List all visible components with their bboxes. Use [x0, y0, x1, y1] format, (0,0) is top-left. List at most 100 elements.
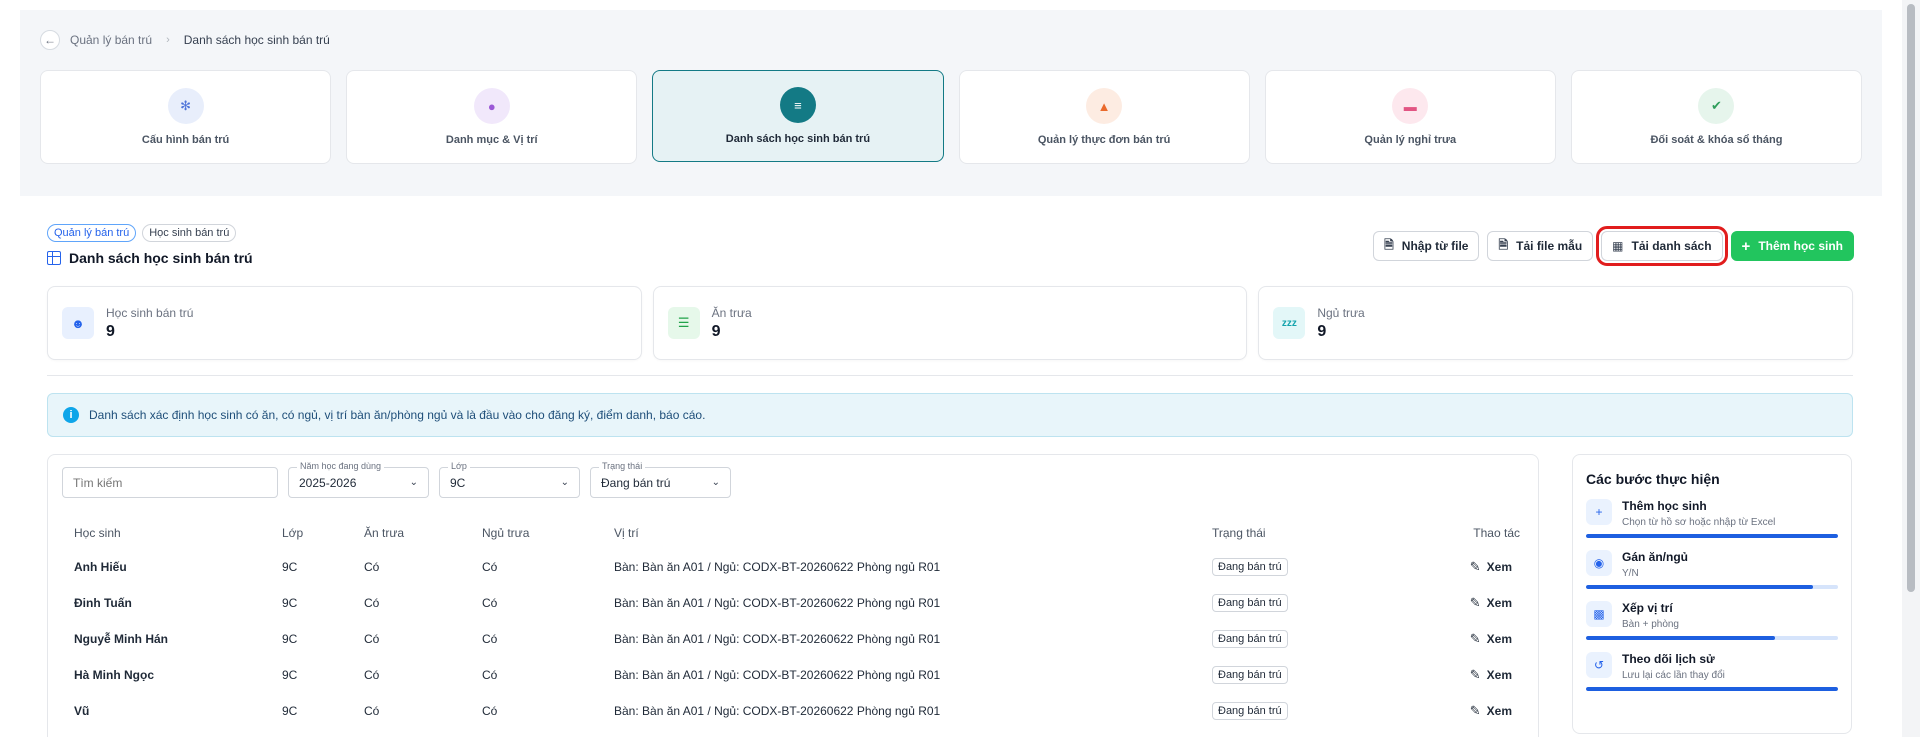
view-button[interactable]: ✎ Xem [1426, 703, 1538, 719]
scrollbar-thumb[interactable] [1907, 4, 1915, 592]
table-grid-icon [47, 251, 61, 265]
step-subtitle: Lưu lại các lần thay đổi [1622, 670, 1725, 681]
step-subtitle: Bàn + phòng [1622, 619, 1679, 630]
cell-position: Bàn: Bàn ăn A01 / Ngủ: CODX-BT-20260622 … [614, 596, 941, 610]
location-pin-icon: ● [473, 88, 510, 124]
breadcrumb-parent[interactable]: Quản lý bán trú [70, 33, 152, 47]
cell-actions: ✎ Xem [1426, 585, 1538, 621]
student-table-card: Năm học đang dùng 2025-2026 ⌄ Lớp 9C ⌄ T… [47, 454, 1539, 737]
status-select[interactable]: Trạng thái Đang bán trú ⌄ [590, 461, 731, 498]
cell-student: Vũ [74, 704, 90, 718]
cell-actions: ✎ Xem [1426, 693, 1538, 729]
table-row[interactable]: Nguyễ Minh Hán 9C Có Có Bàn: Bàn ăn A01 … [62, 621, 1538, 657]
table-row[interactable]: Hà Minh Ngọc 9C Có Có Bàn: Bàn ăn A01 / … [62, 657, 1538, 693]
filter-bar: Năm học đang dùng 2025-2026 ⌄ Lớp 9C ⌄ T… [62, 461, 731, 498]
cell-status: Đang bán trú [1212, 621, 1426, 657]
table-row[interactable]: Đinh Tuấn 9C Có Có Bàn: Bàn ăn A01 / Ngủ… [62, 585, 1538, 621]
chevron-right-icon: › [166, 34, 170, 46]
table-row[interactable]: Vũ 9C Có Có Bàn: Bàn ăn A01 / Ngủ: CODX-… [62, 693, 1538, 729]
class-select-label: Lớp [448, 461, 470, 471]
cell-lunch: Có [364, 668, 380, 682]
view-button[interactable]: ✎ Xem [1426, 631, 1538, 647]
step-item: + Thêm học sinh Chọn từ hồ sơ hoặc nhập t… [1586, 499, 1838, 538]
pencil-icon: ✎ [1469, 631, 1481, 646]
step-progress [1586, 636, 1838, 640]
table-row[interactable]: Anh Hiếu 9C Có Có Bàn: Bàn ăn A01 / Ngủ:… [62, 549, 1538, 585]
list-icon: ≡ [779, 87, 816, 123]
stat-value: 9 [106, 322, 115, 340]
meal-icon: ☰ [667, 307, 700, 339]
check-icon: ✔ [1698, 88, 1735, 124]
gear-icon: ✻ [167, 88, 204, 124]
step-progress-fill [1586, 585, 1813, 589]
step-progress [1586, 585, 1838, 589]
step-progress [1586, 534, 1838, 538]
step-progress-fill [1586, 534, 1838, 538]
stat-label: Học sinh bán trú [106, 305, 194, 320]
download-template-button[interactable]: 🗎 Tải file mẫu [1487, 231, 1594, 261]
step-item: ↺ Theo dõi lịch sử Lưu lại các lần thay đ… [1586, 652, 1838, 691]
step-title: Thêm học sinh [1622, 499, 1707, 513]
module-label: Đối soát & khóa sổ tháng [1650, 134, 1783, 146]
tag-module[interactable]: Quản lý bán trú [47, 224, 137, 242]
chevron-down-icon: ⌄ [409, 477, 418, 488]
cell-student: Nguyễ Minh Hán [74, 632, 169, 646]
table-export-icon: ▦ [1612, 239, 1624, 253]
cell-student: Anh Hiếu [74, 560, 127, 574]
status-select-label: Trạng thái [599, 461, 646, 471]
module-card-nap[interactable]: ▬ Quản lý nghỉ trưa [1264, 70, 1556, 164]
download-list-button[interactable]: ▦ Tải danh sách [1596, 226, 1728, 266]
cell-lunch: Có [364, 560, 380, 574]
stat-card-students: ☻ Học sinh bán trú 9 [47, 286, 642, 360]
stat-label: Ăn trưa [711, 305, 752, 320]
module-card-reconcile[interactable]: ✔ Đối soát & khóa sổ tháng [1570, 70, 1863, 164]
page-scrollbar[interactable] [1902, 0, 1920, 737]
cell-status: Đang bán trú [1212, 657, 1426, 693]
menu-icon: ▲ [1086, 88, 1123, 124]
year-select-value: 2025-2026 [299, 475, 357, 490]
cell-position: Bàn: Bàn ăn A01 / Ngủ: CODX-BT-20260622 … [614, 560, 941, 574]
pencil-icon: ✎ [1469, 595, 1481, 610]
col-header-actions: Thao tác [1473, 526, 1520, 540]
year-select-label: Năm học đang dùng [297, 461, 385, 471]
info-text: Danh sách xác định học sinh có ăn, có ng… [89, 408, 706, 422]
import-file-button[interactable]: 🗎 Nhập từ file [1373, 231, 1480, 261]
steps-panel: Các bước thực hiện + Thêm học sinh Chọn t… [1572, 454, 1852, 734]
step-progress-fill [1586, 636, 1775, 640]
module-card-config[interactable]: ✻ Cấu hình bán trú [40, 70, 332, 164]
info-banner: i Danh sách xác định học sinh có ăn, có … [47, 393, 1853, 437]
step-progress [1586, 687, 1838, 691]
col-header-student[interactable]: Học sinh [62, 517, 282, 549]
step-item: ▩ Xếp vị trí Bàn + phòng [1586, 601, 1838, 640]
table-header-row: Học sinh Lớp Ăn trưa Ngủ trưa Vị trí Trạ… [62, 517, 1538, 549]
col-header-class[interactable]: Lớp [282, 517, 364, 549]
cell-class: 9C [282, 704, 298, 718]
step-title: Xếp vị trí [1622, 601, 1673, 615]
view-button[interactable]: ✎ Xem [1426, 667, 1538, 683]
stat-label: Ngủ trưa [1317, 305, 1365, 320]
cell-position: Bàn: Bàn ăn A01 / Ngủ: CODX-BT-20260622 … [614, 668, 941, 682]
cell-class: 9C [282, 596, 298, 610]
page-title: Danh sách học sinh bán trú [47, 250, 253, 266]
year-select[interactable]: Năm học đang dùng 2025-2026 ⌄ [288, 461, 429, 498]
cell-nap: Có [482, 560, 498, 574]
col-header-status[interactable]: Trạng thái [1212, 517, 1426, 549]
back-arrow-icon[interactable]: ← [40, 30, 60, 50]
module-card-catalog[interactable]: ● Danh mục & Vị trí [346, 70, 638, 164]
view-label: Xem [1486, 560, 1512, 574]
col-header-position[interactable]: Vị trí [614, 517, 1212, 549]
search-input[interactable] [62, 467, 278, 498]
status-badge: Đang bán trú [1212, 630, 1288, 648]
chevron-down-icon: ⌄ [711, 477, 720, 488]
class-select[interactable]: Lớp 9C ⌄ [439, 461, 580, 498]
tag-page[interactable]: Học sinh bán trú [142, 224, 237, 242]
add-student-button[interactable]: + Thêm học sinh [1730, 231, 1854, 261]
view-button[interactable]: ✎ Xem [1426, 595, 1538, 611]
col-header-lunch[interactable]: Ăn trưa [364, 517, 482, 549]
module-card-student-list[interactable]: ≡ Danh sách học sinh bán trú [652, 70, 944, 162]
view-button[interactable]: ✎ Xem [1426, 559, 1538, 575]
col-header-nap[interactable]: Ngủ trưa [482, 517, 614, 549]
toolbar: 🗎 Nhập từ file 🗎 Tải file mẫu ▦ Tải danh sá… [1373, 226, 1854, 266]
module-card-menu[interactable]: ▲ Quản lý thực đơn bán trú [958, 70, 1250, 164]
history-icon: ↺ [1586, 652, 1612, 678]
